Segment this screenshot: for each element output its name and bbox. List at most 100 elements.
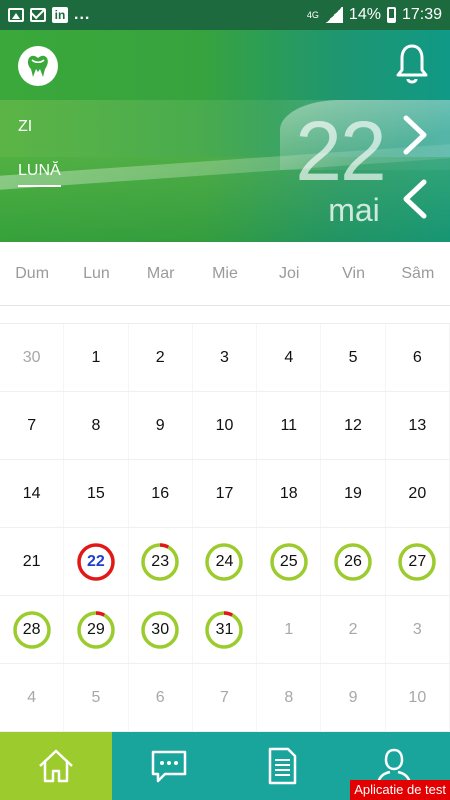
calendar-day-number: 3 xyxy=(220,348,229,366)
calendar-day[interactable]: 21 xyxy=(0,528,65,595)
calendar-day-number: 11 xyxy=(280,416,298,434)
calendar-day[interactable]: 2 xyxy=(321,596,386,663)
calendar-day[interactable]: 5 xyxy=(64,664,129,731)
calendar-day[interactable]: 30 xyxy=(129,596,193,663)
calendar-day-number: 10 xyxy=(408,688,427,706)
nav-home-button[interactable] xyxy=(0,732,112,800)
calendar-day[interactable]: 30 xyxy=(0,324,65,391)
calendar-day[interactable]: 16 xyxy=(129,460,193,527)
calendar-day-number: 31 xyxy=(215,620,234,638)
calendar-day[interactable]: 6 xyxy=(386,324,450,391)
calendar-day[interactable]: 10 xyxy=(386,664,450,731)
calendar-day-number: 18 xyxy=(279,484,298,502)
calendar-day-number: 8 xyxy=(91,416,101,434)
calendar-day-number: 17 xyxy=(215,484,234,502)
test-app-badge: Aplicatie de test xyxy=(350,780,450,800)
previous-chevron-icon[interactable] xyxy=(400,178,430,220)
calendar-day-number: 8 xyxy=(284,688,294,706)
home-icon xyxy=(39,749,73,783)
appointment-ring: 22 xyxy=(77,542,115,581)
calendar-day-number: 7 xyxy=(27,416,37,434)
appointment-ring: 26 xyxy=(334,542,372,581)
calendar-week-row: 4 5 6 7 8 9 10 xyxy=(0,664,450,732)
calendar-day[interactable]: 3 xyxy=(386,596,450,663)
calendar-day[interactable]: 10 xyxy=(193,392,258,459)
calendar-day[interactable]: 7 xyxy=(0,392,65,459)
calendar-day-number: 1 xyxy=(284,620,294,638)
calendar-day[interactable]: 5 xyxy=(321,324,386,391)
calendar-day-number: 1 xyxy=(91,348,101,366)
calendar-week-row: 28 29 30 31 1 2 3 xyxy=(0,596,450,664)
calendar-day[interactable]: 11 xyxy=(257,392,322,459)
calendar-day-number: 4 xyxy=(284,348,294,366)
calendar-day[interactable]: 28 xyxy=(0,596,65,663)
calendar-day[interactable]: 8 xyxy=(257,664,322,731)
weekday-label: Joi xyxy=(279,265,300,282)
calendar-day-number: 22 xyxy=(87,552,105,570)
calendar-day[interactable]: 9 xyxy=(129,392,193,459)
calendar-day[interactable]: 1 xyxy=(257,596,322,663)
calendar-day[interactable]: 6 xyxy=(129,664,193,731)
weekday-label: Sâm xyxy=(401,265,435,282)
calendar-day[interactable]: 23 xyxy=(129,528,193,595)
calendar-day[interactable]: 13 xyxy=(386,392,450,459)
calendar-day[interactable]: 1 xyxy=(64,324,129,391)
weekday-label: Lun xyxy=(83,265,110,282)
more-notifications: ... xyxy=(74,6,91,23)
appointment-ring: 27 xyxy=(398,542,437,581)
calendar-day-number: 15 xyxy=(87,484,105,502)
calendar-day-number: 9 xyxy=(348,688,358,706)
calendar-day-number: 24 xyxy=(215,552,234,570)
notifications-bell-icon[interactable] xyxy=(394,42,430,86)
calendar-day[interactable]: 26 xyxy=(321,528,386,595)
calendar-day-number: 6 xyxy=(412,348,422,366)
calendar-day-number: 20 xyxy=(408,484,427,502)
calendar-day[interactable]: 14 xyxy=(0,460,65,527)
calendar-day-number: 5 xyxy=(348,348,358,366)
tab-day[interactable]: ZI xyxy=(18,118,32,136)
nav-messages-button[interactable] xyxy=(112,732,225,800)
calendar-day-today[interactable]: 22 xyxy=(64,528,129,595)
calendar-day-number: 25 xyxy=(279,552,298,570)
linkedin-notification-icon: in xyxy=(52,7,68,23)
calendar-day[interactable]: 29 xyxy=(64,596,129,663)
calendar-day[interactable]: 12 xyxy=(321,392,386,459)
appointment-ring: 31 xyxy=(205,610,244,649)
appointment-ring: 24 xyxy=(205,542,244,581)
calendar-week-row: 14 15 16 17 18 19 20 xyxy=(0,460,450,528)
app-logo-icon[interactable] xyxy=(18,46,58,86)
calendar-day-number: 29 xyxy=(87,620,105,638)
calendar-day-number: 2 xyxy=(155,348,165,366)
calendar-day[interactable]: 18 xyxy=(257,460,322,527)
selected-month-name: mai xyxy=(328,192,380,228)
calendar-day[interactable]: 9 xyxy=(321,664,386,731)
weekday-label: Vin xyxy=(342,265,365,282)
calendar-day-number: 7 xyxy=(220,688,229,706)
calendar-day[interactable]: 19 xyxy=(321,460,386,527)
calendar-day[interactable]: 2 xyxy=(129,324,193,391)
calendar-day[interactable]: 25 xyxy=(257,528,322,595)
next-chevron-icon[interactable] xyxy=(400,114,430,156)
calendar-day[interactable]: 17 xyxy=(193,460,258,527)
calendar-day-number: 10 xyxy=(215,416,234,434)
calendar-day[interactable]: 27 xyxy=(386,528,450,595)
calendar-day[interactable]: 3 xyxy=(193,324,258,391)
calendar-day-number: 6 xyxy=(155,688,165,706)
battery-icon xyxy=(386,7,396,23)
calendar-day[interactable]: 4 xyxy=(257,324,322,391)
calendar-day[interactable]: 24 xyxy=(193,528,258,595)
calendar-day[interactable]: 4 xyxy=(0,664,65,731)
battery-percent: 14% xyxy=(348,6,381,23)
calendar-day[interactable]: 8 xyxy=(64,392,129,459)
calendar-day[interactable]: 15 xyxy=(64,460,129,527)
calendar-day[interactable]: 20 xyxy=(386,460,450,527)
calendar-day[interactable]: 7 xyxy=(193,664,258,731)
tab-month[interactable]: LUNĂ xyxy=(18,162,61,187)
nav-profile-button[interactable]: Aplicatie de test xyxy=(338,732,450,800)
calendar-day[interactable]: 31 xyxy=(193,596,258,663)
status-bar: in ... 4G 14% 17:39 xyxy=(0,0,450,30)
weekday-header: Dum Lun Mar Mie Joi Vin Sâm xyxy=(0,242,450,306)
grid-spacer xyxy=(0,306,450,324)
nav-documents-button[interactable] xyxy=(225,732,338,800)
calendar-week-row: 21 22 23 24 25 26 27 xyxy=(0,528,450,596)
